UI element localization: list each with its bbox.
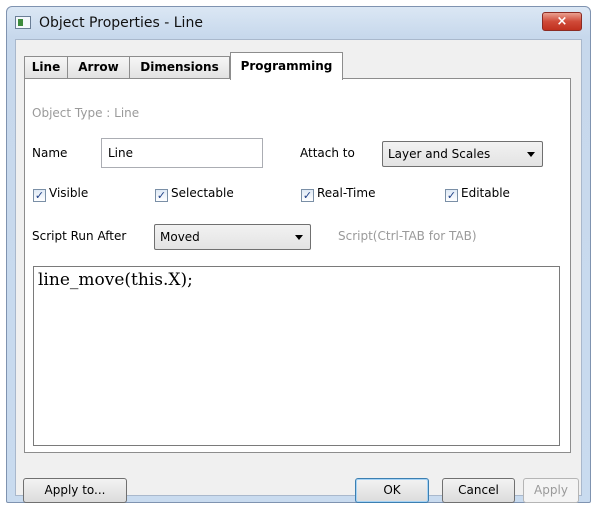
checkbox-selectable-label: Selectable (171, 186, 234, 200)
script-run-after-label: Script Run After (32, 229, 127, 243)
checkbox-selectable[interactable]: ✓ Selectable (155, 186, 234, 202)
chevron-down-icon (295, 235, 303, 240)
close-button[interactable]: × (542, 12, 582, 31)
script-editor[interactable]: line_move(this.X); (33, 266, 560, 446)
apply-button[interactable]: Apply (523, 478, 579, 503)
apply-to-button[interactable]: Apply to... (23, 478, 127, 503)
ok-button[interactable]: OK (355, 478, 429, 503)
object-type-label: Object Type : Line (32, 106, 140, 120)
app-icon (15, 16, 31, 29)
tab-dimensions[interactable]: Dimensions (129, 56, 230, 79)
window-title: Object Properties - Line (39, 15, 203, 31)
script-hint: Script(Ctrl-TAB for TAB) (338, 229, 477, 243)
tab-arrow[interactable]: Arrow (67, 56, 130, 79)
script-run-after-value: Moved (160, 230, 200, 244)
cancel-button[interactable]: Cancel (442, 478, 515, 503)
attach-to-label: Attach to (300, 146, 355, 160)
checkbox-editable-label: Editable (461, 186, 510, 200)
check-icon: ✓ (301, 189, 314, 202)
checkbox-editable[interactable]: ✓ Editable (445, 186, 510, 202)
name-input[interactable]: Line (101, 138, 263, 168)
checkbox-visible-label: Visible (49, 186, 89, 200)
name-label: Name (32, 146, 68, 160)
object-properties-dialog: Object Properties - Line × Line Arrow Di… (6, 6, 591, 503)
chevron-down-icon (527, 152, 535, 157)
checkbox-real-time-label: Real-Time (317, 186, 376, 200)
check-icon: ✓ (445, 189, 458, 202)
check-icon: ✓ (155, 189, 168, 202)
dialog-client-area: Line Arrow Dimensions Programming Object… (15, 39, 582, 503)
script-run-after-dropdown[interactable]: Moved (154, 224, 311, 250)
attach-to-value: Layer and Scales (388, 147, 491, 161)
attach-to-dropdown[interactable]: Layer and Scales (382, 141, 543, 167)
title-bar[interactable]: Object Properties - Line × (7, 7, 590, 39)
tab-line[interactable]: Line (24, 56, 68, 79)
check-icon: ✓ (33, 189, 46, 202)
checkbox-real-time[interactable]: ✓ Real-Time (301, 186, 375, 202)
checkbox-visible[interactable]: ✓ Visible (33, 186, 88, 202)
tab-programming[interactable]: Programming (230, 52, 343, 80)
